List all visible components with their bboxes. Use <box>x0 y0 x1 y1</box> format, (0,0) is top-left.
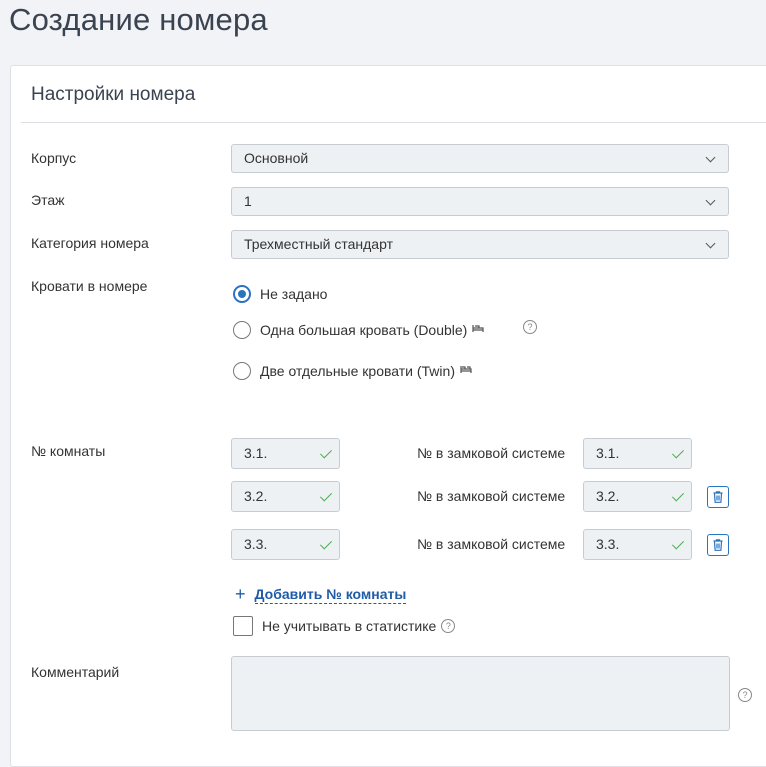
bed-option-unset[interactable]: Не задано <box>233 283 327 305</box>
bed-option-label: Одна большая кровать (Double) <box>260 322 468 338</box>
delete-room-button[interactable] <box>707 486 729 508</box>
plus-icon: + <box>235 584 246 604</box>
check-icon <box>671 537 685 550</box>
divider <box>21 122 766 123</box>
room-number-label: № комнаты <box>31 443 106 459</box>
building-label: Корпус <box>31 150 77 166</box>
lock-number-input[interactable]: 3.3. <box>583 529 692 560</box>
lock-number-value: 3.1. <box>596 445 620 461</box>
radio[interactable] <box>233 321 251 339</box>
question-circle-icon[interactable]: ? <box>523 320 537 334</box>
trash-icon <box>713 491 723 503</box>
beds-label: Кровати в номере <box>31 278 148 294</box>
check-icon <box>319 489 333 502</box>
trash-icon <box>713 539 723 551</box>
add-room-number-label: Добавить № комнаты <box>254 585 407 604</box>
lock-number-value: 3.3. <box>596 536 620 552</box>
check-icon <box>671 446 685 459</box>
category-value: Трехместный стандарт <box>244 236 393 252</box>
room-number-value: 3.1. <box>244 445 268 461</box>
category-label: Категория номера <box>31 235 149 251</box>
section-title: Настройки номера <box>31 84 196 105</box>
lock-number-label: № в замковой системе <box>417 445 566 461</box>
exclude-stats-checkbox[interactable] <box>233 616 253 636</box>
question-circle-icon[interactable]: ? <box>738 688 752 702</box>
check-icon <box>319 537 333 550</box>
check-icon <box>671 489 685 502</box>
comment-textarea[interactable] <box>231 656 730 731</box>
chevron-down-icon <box>705 238 716 249</box>
building-value: Основной <box>244 150 309 166</box>
room-number-value: 3.3. <box>244 536 268 552</box>
bed-icon <box>472 324 484 336</box>
exclude-stats-label: Не учитывать в статистике <box>262 618 437 634</box>
room-number-input[interactable]: 3.1. <box>231 438 340 469</box>
bed-option-twin[interactable]: Две отдельные кровати (Twin) <box>233 360 472 382</box>
room-number-input[interactable]: 3.2. <box>231 481 340 512</box>
chevron-down-icon <box>705 195 716 206</box>
lock-number-input[interactable]: 3.1. <box>583 438 692 469</box>
lock-number-label: № в замковой системе <box>417 536 566 552</box>
building-select[interactable]: Основной <box>231 144 729 173</box>
floor-label: Этаж <box>31 192 65 208</box>
delete-room-button[interactable] <box>707 534 729 556</box>
room-number-input[interactable]: 3.3. <box>231 529 340 560</box>
bed-option-double[interactable]: Одна большая кровать (Double) <box>233 319 484 341</box>
bed-option-label: Не задано <box>260 286 328 302</box>
question-circle-icon[interactable]: ? <box>441 619 456 633</box>
radio[interactable] <box>233 362 251 380</box>
lock-number-value: 3.2. <box>596 488 620 504</box>
exclude-stats-option[interactable]: Не учитывать в статистике ? <box>233 616 456 636</box>
bed-option-label: Две отдельные кровати (Twin) <box>260 363 455 379</box>
radio-checked[interactable] <box>233 285 251 303</box>
chevron-down-icon <box>705 152 716 163</box>
category-select[interactable]: Трехместный стандарт <box>231 230 729 259</box>
comment-label: Комментарий <box>31 664 120 680</box>
check-icon <box>319 446 333 459</box>
floor-value: 1 <box>244 193 252 209</box>
room-settings-card: Настройки номера Корпус Основной Этаж 1 … <box>10 65 766 767</box>
room-number-value: 3.2. <box>244 488 268 504</box>
add-room-number-link[interactable]: + Добавить № комнаты <box>235 584 407 605</box>
floor-select[interactable]: 1 <box>231 187 729 216</box>
lock-number-input[interactable]: 3.2. <box>583 481 692 512</box>
page-title: Создание номера <box>9 2 268 37</box>
lock-number-label: № в замковой системе <box>417 488 566 504</box>
bed-icon <box>460 365 472 377</box>
